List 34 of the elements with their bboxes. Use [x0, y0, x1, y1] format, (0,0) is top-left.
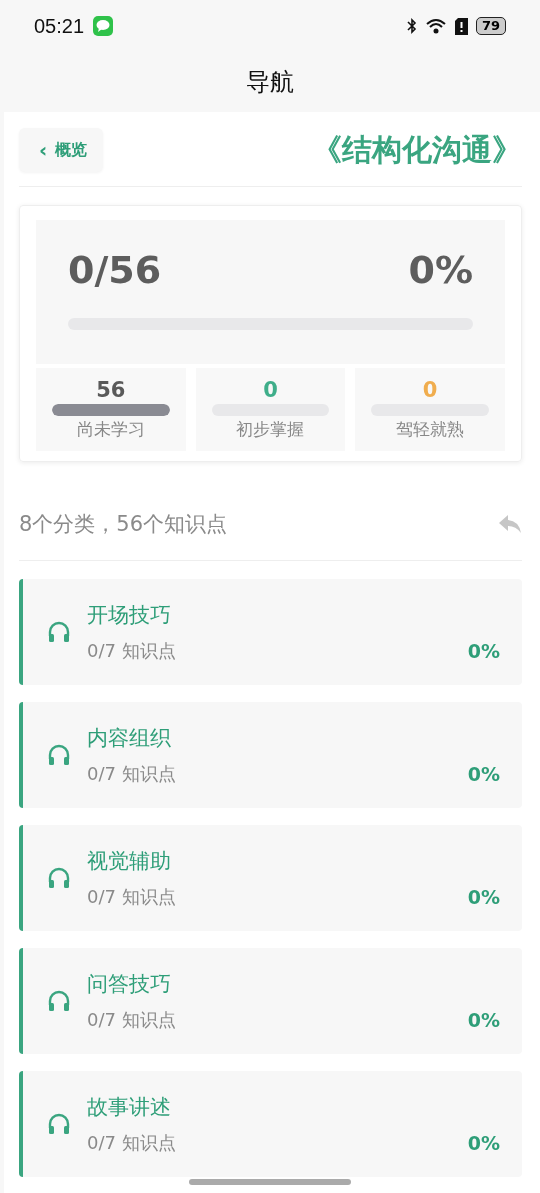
chat-icon — [92, 15, 115, 37]
sim-alert-icon — [454, 17, 468, 35]
bluetooth-icon — [406, 18, 417, 34]
back-button[interactable]: ‹ 概览 — [19, 128, 104, 172]
stat-value: 56 — [96, 378, 126, 402]
headphones-icon — [47, 990, 71, 1012]
progress-count: 0/56 — [68, 248, 162, 292]
stat-value: 0 — [422, 378, 438, 402]
category-percent: 0% — [467, 640, 500, 662]
stat-value: 0 — [263, 378, 278, 402]
page-title: 导航 — [246, 67, 294, 98]
category-title: 故事讲述 — [87, 1094, 172, 1121]
book-title: 《结构化沟通》 — [312, 130, 522, 169]
headphones-icon — [47, 621, 71, 643]
reply-icon[interactable] — [498, 514, 522, 534]
category-percent: 0% — [467, 1009, 500, 1031]
stat-label: 尚未学习 — [76, 418, 145, 441]
wifi-icon — [424, 17, 447, 35]
stat-label: 初步掌握 — [236, 418, 305, 441]
category-percent: 0% — [467, 1132, 500, 1154]
category-title: 视觉辅助 — [87, 848, 172, 875]
category-title: 开场技巧 — [87, 602, 172, 629]
stat-label: 驾轻就熟 — [396, 418, 465, 441]
category-title: 问答技巧 — [87, 971, 172, 998]
status-time: 05:21 — [34, 14, 85, 38]
category-title: 内容组织 — [87, 725, 172, 752]
headphones-icon — [47, 1113, 71, 1135]
headphones-icon — [47, 744, 71, 766]
category-percent: 0% — [467, 886, 500, 908]
battery-indicator: 79 — [475, 17, 506, 35]
category-summary: 8个分类，56个知识点 — [19, 511, 228, 538]
category-percent: 0% — [467, 763, 500, 785]
headphones-icon — [47, 867, 71, 889]
progress-percent: 0% — [408, 248, 473, 292]
